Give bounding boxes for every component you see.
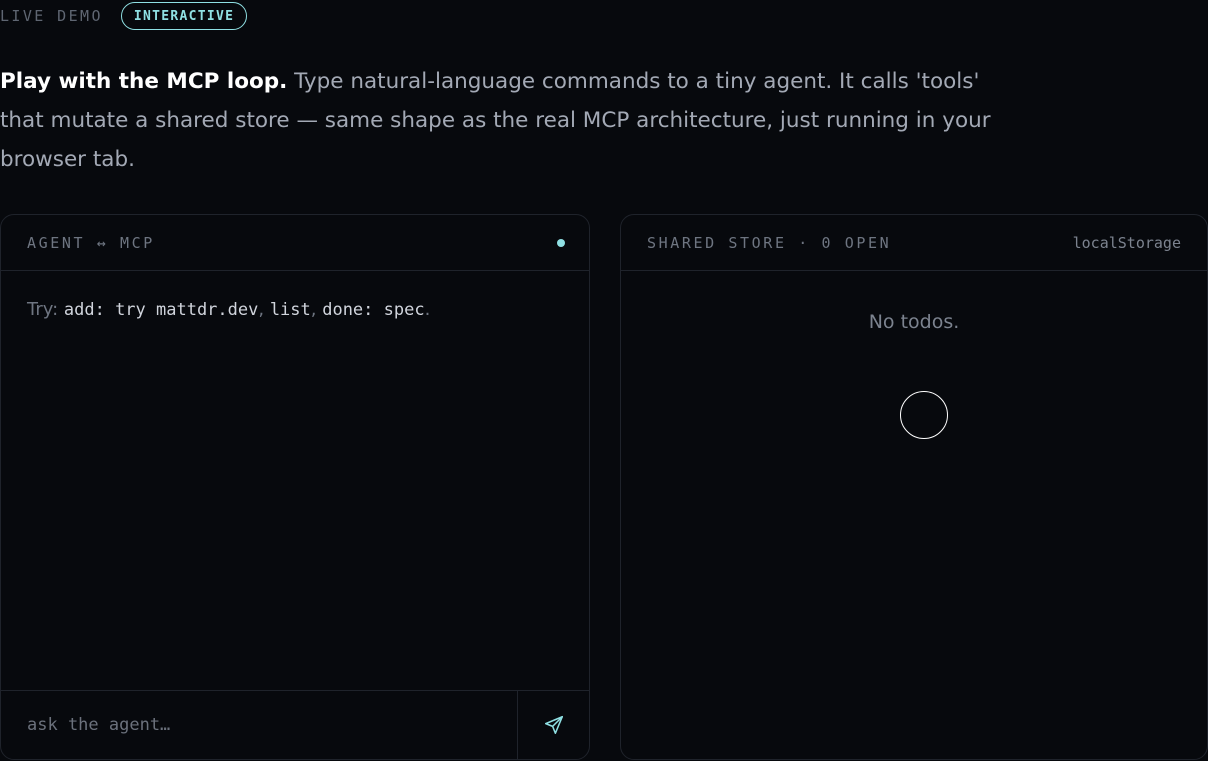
agent-hint: Try: add: try mattdr.dev, list, done: sp…	[27, 299, 430, 320]
interactive-badge: INTERACTIVE	[120, 2, 248, 30]
store-panel-header: SHARED STORE · 0 OPEN localStorage	[621, 215, 1207, 271]
empty-state-text: No todos.	[868, 311, 960, 333]
agent-input-row	[1, 690, 589, 759]
store-panel: SHARED STORE · 0 OPEN localStorage No to…	[620, 214, 1208, 760]
hint-command-done: done: spec	[322, 300, 425, 320]
send-icon	[544, 715, 563, 735]
hint-separator: ,	[258, 299, 270, 320]
hint-command-add: add: try mattdr.dev	[63, 300, 259, 320]
agent-input[interactable]	[1, 691, 517, 759]
hint-prefix: Try:	[27, 299, 64, 320]
hint-separator: ,	[310, 299, 323, 320]
intro-lead: Play with the MCP loop.	[0, 69, 288, 94]
loading-ring-icon	[900, 391, 948, 439]
agent-panel-title: AGENT ↔ MCP	[27, 233, 155, 252]
storage-label: localStorage	[1072, 233, 1181, 252]
eyebrow-label: LIVE DEMO	[0, 7, 103, 25]
send-button[interactable]	[517, 691, 589, 759]
hint-suffix: .	[424, 299, 431, 320]
header-row: LIVE DEMO INTERACTIVE	[0, 0, 248, 32]
agent-panel-header: AGENT ↔ MCP	[1, 215, 589, 271]
intro-paragraph: Play with the MCP loop. Type natural-lan…	[0, 62, 1010, 179]
agent-panel: AGENT ↔ MCP Try: add: try mattdr.dev, li…	[0, 214, 590, 760]
hint-command-list: list	[269, 300, 311, 320]
connection-status-dot	[557, 238, 565, 247]
store-panel-title: SHARED STORE · 0 OPEN	[647, 233, 892, 252]
